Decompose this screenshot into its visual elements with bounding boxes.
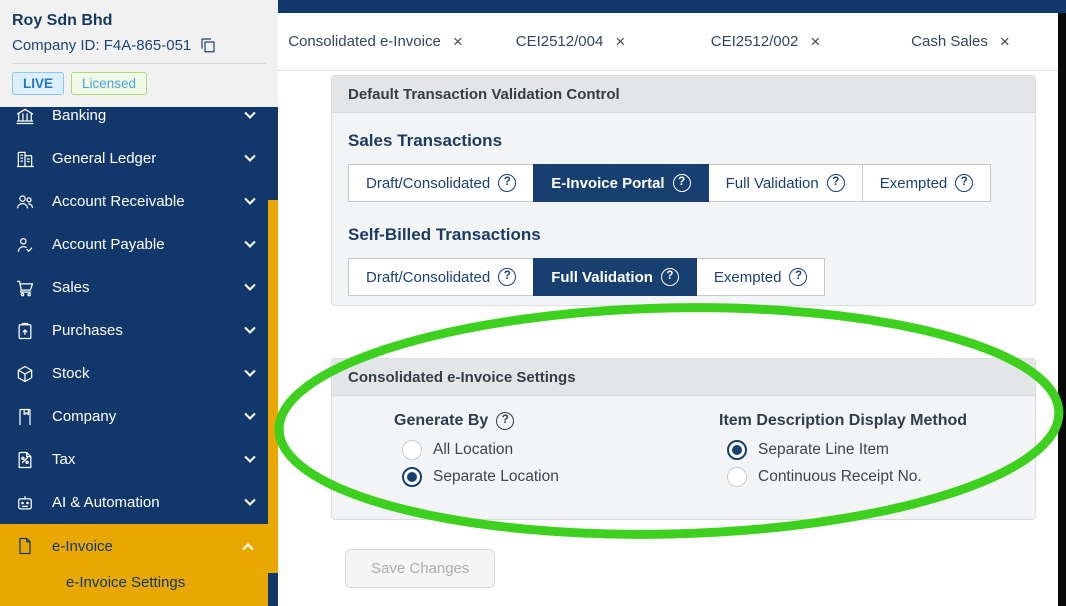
- help-icon[interactable]: ?: [498, 174, 517, 192]
- help-icon[interactable]: ?: [496, 412, 515, 430]
- card-title: Consolidated e-Invoice Settings: [332, 359, 1035, 396]
- chevron-down-icon: [244, 279, 256, 291]
- close-icon[interactable]: ×: [453, 33, 463, 50]
- top-navy-bar: [278, 0, 1066, 13]
- radio-circle-checked[interactable]: [402, 467, 422, 487]
- sidebar-item-stock[interactable]: Stock: [0, 352, 270, 395]
- chevron-down-icon: [244, 408, 256, 420]
- item-description-heading: Item Description Display Method: [719, 412, 968, 429]
- chevron-down-icon: [244, 494, 256, 506]
- sidebar-menu: Banking General Ledger Account Receivabl…: [0, 107, 270, 524]
- help-icon[interactable]: ?: [498, 268, 517, 286]
- tab-cash-sales[interactable]: Cash Sales ×: [863, 13, 1058, 70]
- self-billed-validation-options: Draft/Consolidated ? Full Validation ? E…: [348, 258, 1019, 296]
- window-edge-strip: [1058, 13, 1066, 606]
- banking-icon: [14, 107, 36, 127]
- tab-consolidated-e-invoice[interactable]: Consolidated e-Invoice ×: [278, 13, 473, 70]
- sales-transactions-heading: Sales Transactions: [348, 131, 503, 150]
- sidebar-item-tax[interactable]: Tax: [0, 438, 270, 481]
- sidebar-item-sales[interactable]: Sales: [0, 266, 270, 309]
- radio-circle[interactable]: [727, 467, 747, 487]
- chevron-down-icon: [244, 322, 256, 334]
- chevron-down-icon: [244, 193, 256, 205]
- sidebar-item-account-payable[interactable]: Account Payable: [0, 223, 270, 266]
- help-icon[interactable]: ?: [789, 268, 808, 286]
- account-payable-icon: [14, 234, 36, 256]
- self-billed-heading: Self-Billed Transactions: [348, 225, 541, 244]
- divider: [12, 63, 266, 64]
- sidebar-item-account-receivable[interactable]: Account Receivable: [0, 180, 270, 223]
- app-window: Roy Sdn Bhd Company ID: F4A-865-051 LIVE…: [0, 0, 1066, 606]
- sidebar-item-company[interactable]: Company: [0, 395, 270, 438]
- option-full-validation[interactable]: Full Validation ?: [533, 258, 697, 296]
- sidebar-item-ai-automation[interactable]: AI & Automation: [0, 481, 270, 524]
- live-badge: LIVE: [12, 72, 65, 95]
- purchases-icon: [14, 320, 36, 342]
- sidebar-group-e-invoice: e-Invoice e-Invoice Settings: [0, 524, 268, 606]
- stock-icon: [14, 363, 36, 385]
- help-icon[interactable]: ?: [672, 174, 691, 192]
- close-icon[interactable]: ×: [810, 33, 820, 50]
- chevron-up-icon: [242, 543, 254, 555]
- card-title: Default Transaction Validation Control: [332, 76, 1035, 113]
- radio-continuous-receipt-no[interactable]: Continuous Receipt No.: [727, 467, 967, 487]
- radio-circle-checked[interactable]: [727, 440, 747, 460]
- sidebar-item-banking[interactable]: Banking: [0, 107, 270, 137]
- generate-by-heading: Generate By: [394, 412, 489, 429]
- sidebar-scrollbar[interactable]: [268, 107, 278, 606]
- account-receivable-icon: [14, 191, 36, 213]
- sidebar-item-purchases[interactable]: Purchases: [0, 309, 270, 352]
- tab-cei2512-004[interactable]: CEI2512/004 ×: [473, 13, 668, 70]
- sidebar-scrollbar-thumb[interactable]: [268, 200, 278, 573]
- company-id: Company ID: F4A-865-051: [12, 36, 192, 54]
- ai-automation-icon: [14, 492, 36, 514]
- radio-all-location[interactable]: All Location: [402, 440, 694, 460]
- company-name: Roy Sdn Bhd: [12, 12, 113, 29]
- sidebar-item-general-ledger[interactable]: General Ledger: [0, 137, 270, 180]
- validation-control-card: Default Transaction Validation Control S…: [331, 75, 1036, 306]
- radio-separate-line-item[interactable]: Separate Line Item: [727, 440, 967, 460]
- option-draft-consolidated[interactable]: Draft/Consolidated ?: [348, 258, 535, 296]
- sidebar-item-e-invoice-settings[interactable]: e-Invoice Settings: [0, 568, 268, 597]
- company-icon: [14, 406, 36, 428]
- close-icon[interactable]: ×: [1000, 33, 1010, 50]
- option-draft-consolidated[interactable]: Draft/Consolidated ?: [348, 164, 535, 202]
- chevron-down-icon: [244, 150, 256, 162]
- option-full-validation[interactable]: Full Validation ?: [707, 164, 863, 202]
- help-icon[interactable]: ?: [826, 174, 845, 192]
- general-ledger-icon: [14, 148, 36, 170]
- sidebar-item-e-invoice[interactable]: e-Invoice: [0, 524, 268, 568]
- option-e-invoice-portal[interactable]: E-Invoice Portal ?: [533, 164, 709, 202]
- radio-separate-location[interactable]: Separate Location: [402, 467, 694, 487]
- radio-circle[interactable]: [402, 440, 422, 460]
- sales-icon: [14, 277, 36, 299]
- help-icon[interactable]: ?: [955, 174, 974, 192]
- tax-icon: [14, 449, 36, 471]
- close-icon[interactable]: ×: [615, 33, 625, 50]
- copy-icon[interactable]: [199, 36, 217, 54]
- help-icon[interactable]: ?: [660, 268, 679, 286]
- save-changes-button[interactable]: Save Changes: [345, 549, 496, 588]
- tab-cei2512-002[interactable]: CEI2512/002 ×: [668, 13, 863, 70]
- chevron-down-icon: [244, 365, 256, 377]
- company-panel: Roy Sdn Bhd Company ID: F4A-865-051 LIVE…: [0, 0, 278, 107]
- chevron-down-icon: [244, 107, 256, 119]
- e-invoice-icon: [14, 535, 36, 557]
- consolidated-settings-card: Consolidated e-Invoice Settings Generate…: [331, 358, 1036, 520]
- option-exempted[interactable]: Exempted ?: [861, 164, 992, 202]
- sales-validation-options: Draft/Consolidated ? E-Invoice Portal ? …: [348, 164, 1019, 202]
- chevron-down-icon: [244, 451, 256, 463]
- option-exempted[interactable]: Exempted ?: [695, 258, 826, 296]
- sidebar: Roy Sdn Bhd Company ID: F4A-865-051 LIVE…: [0, 0, 278, 606]
- document-tab-bar: Consolidated e-Invoice × CEI2512/004 × C…: [278, 13, 1058, 71]
- licensed-badge: Licensed: [71, 72, 148, 95]
- chevron-down-icon: [244, 236, 256, 248]
